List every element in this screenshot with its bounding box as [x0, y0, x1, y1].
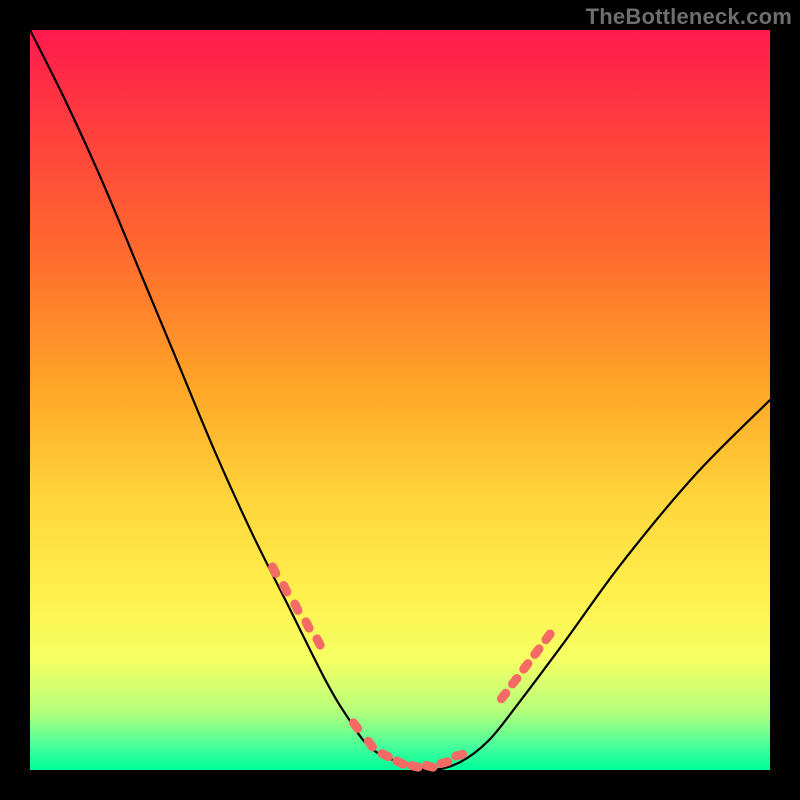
chart-stage: TheBottleneck.com [0, 0, 800, 800]
curve-layer [30, 30, 770, 770]
watermark-text: TheBottleneck.com [586, 4, 792, 30]
marker-pill [362, 735, 379, 753]
marker-pill [517, 657, 534, 675]
marker-pill [495, 687, 512, 705]
marker-pill [311, 633, 326, 651]
plot-area [30, 30, 770, 770]
highlighted-points [267, 561, 557, 773]
marker-pill [528, 643, 545, 661]
marker-pill [267, 561, 282, 579]
marker-pill [406, 760, 424, 773]
marker-pill [540, 628, 557, 646]
marker-pill [506, 672, 523, 690]
bottleneck-curve [30, 30, 770, 770]
marker-pill [391, 755, 409, 770]
